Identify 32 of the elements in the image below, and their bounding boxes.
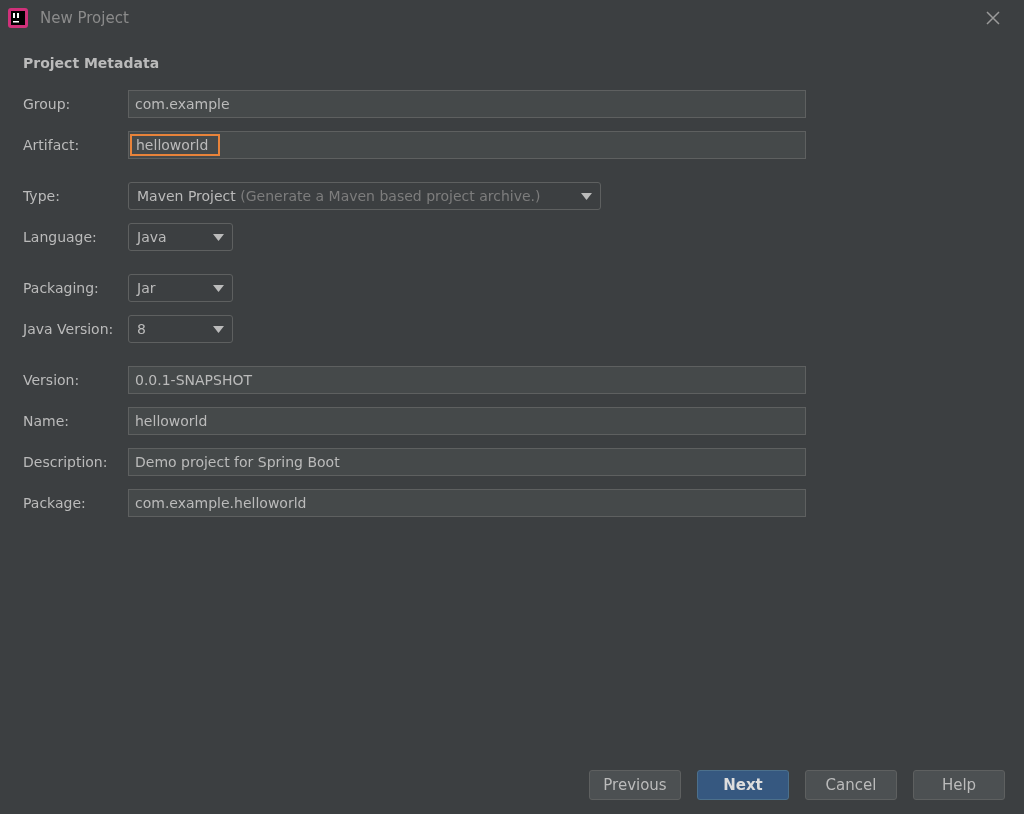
text-field[interactable]: helloworld xyxy=(128,131,806,159)
field-label: Java Version: xyxy=(23,321,115,337)
dropdown[interactable]: 8 xyxy=(128,315,233,343)
dialog-button[interactable]: Previous xyxy=(589,770,681,800)
caret-icon xyxy=(213,284,224,292)
field-label: Language: xyxy=(23,229,98,245)
field-label: Packaging: xyxy=(23,280,100,296)
text-field[interactable]: Demo project for Spring Boot xyxy=(128,448,806,476)
dialog-button[interactable]: Cancel xyxy=(805,770,897,800)
text-field[interactable]: com.example xyxy=(128,90,806,118)
field-label: Type: xyxy=(23,188,61,204)
field-label: Version: xyxy=(23,372,81,388)
field-label: Artifact: xyxy=(23,137,81,153)
section-heading: Project Metadata xyxy=(23,55,161,71)
caret-icon xyxy=(213,325,224,333)
dropdown[interactable]: Maven Project (Generate a Maven based project archive.) xyxy=(128,182,601,210)
caret-icon xyxy=(213,233,224,241)
dropdown[interactable]: Java xyxy=(128,223,233,251)
caret-icon xyxy=(580,192,592,200)
dialog-button[interactable]: Next xyxy=(697,770,789,800)
text-field[interactable]: com.example.helloworld xyxy=(128,489,806,517)
dropdown[interactable]: Jar xyxy=(128,274,233,302)
window-title: New Project xyxy=(40,9,130,27)
dialog-button[interactable]: Help xyxy=(913,770,1005,800)
field-label: Package: xyxy=(23,495,87,511)
field-label: Description: xyxy=(23,454,109,470)
app-logo-icon xyxy=(8,8,28,28)
text-field[interactable]: 0.0.1-SNAPSHOT xyxy=(128,366,806,394)
field-label: Name: xyxy=(23,413,71,429)
text-field[interactable]: helloworld xyxy=(128,407,806,435)
close-icon[interactable] xyxy=(986,11,1000,25)
field-label: Group: xyxy=(23,96,72,112)
